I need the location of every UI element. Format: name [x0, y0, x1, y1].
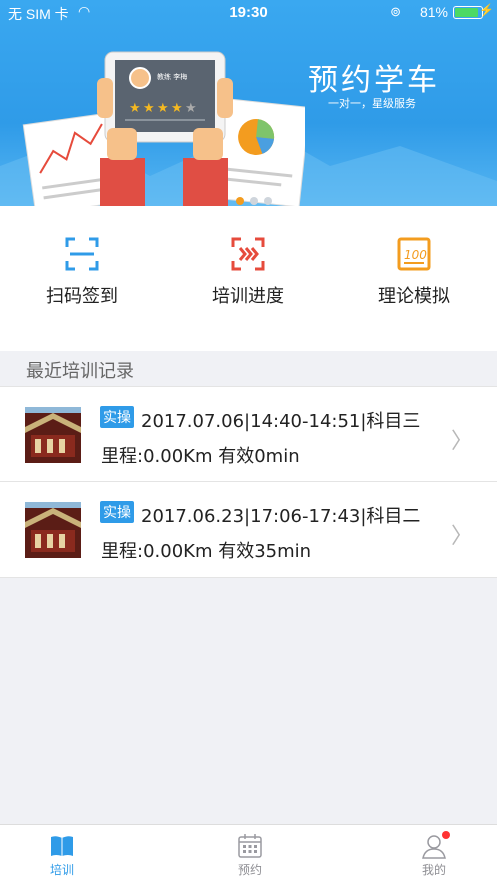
carousel-dot: [250, 197, 258, 205]
tab-booking[interactable]: 预约: [220, 833, 280, 878]
record-thumbnail: [25, 502, 81, 558]
quick-actions: 扫码签到 培训进度 100 理论模拟: [0, 206, 497, 351]
record-thumbnail: [25, 407, 81, 463]
exam-icon: 100: [397, 237, 431, 271]
tab-profile[interactable]: 我的: [404, 831, 464, 878]
training-progress-label: 培训进度: [212, 286, 284, 307]
record-mileage: 里程:0.00Km 有效0min: [101, 446, 300, 467]
chevron-right-icon: 〉: [450, 429, 473, 454]
svg-text:★: ★: [129, 101, 141, 116]
theory-simulation-button[interactable]: 100 理论模拟: [344, 236, 484, 308]
calendar-icon: [238, 834, 262, 858]
recent-records-title: 最近培训记录: [26, 361, 134, 382]
theory-simulation-label: 理论模拟: [378, 286, 450, 307]
training-progress-button[interactable]: 培训进度: [178, 236, 318, 308]
battery-percent: 81%: [419, 4, 448, 20]
banner-title: 预约学车: [308, 63, 440, 98]
svg-text:★: ★: [143, 101, 155, 116]
banner-illustration: 教练 李梅 ★ ★ ★ ★ ★: [22, 51, 305, 206]
record-type-badge: 实操: [100, 406, 134, 428]
record-type-badge: 实操: [100, 501, 134, 523]
carousel-indicator: [236, 190, 272, 206]
record-date-time: 2017.06.23|17:06-17:43|科目二: [141, 506, 421, 527]
coach-card-label: 教练 李梅: [157, 72, 187, 81]
progress-icon: [231, 237, 265, 271]
records-list: 实操 2017.07.06|14:40-14:51|科目三 里程:0.00Km …: [0, 386, 497, 578]
banner[interactable]: 无 SIM 卡 ◠ 19:30 ⊚ 81% ⚡ 教练 李梅 ★ ★ ★ ★ ★ …: [0, 0, 497, 206]
tab-training[interactable]: 培训: [32, 833, 92, 878]
carousel-dot-active: [236, 197, 244, 205]
scan-icon: [65, 237, 99, 271]
svg-text:★: ★: [171, 101, 183, 116]
list-item[interactable]: 实操 2017.07.06|14:40-14:51|科目三 里程:0.00Km …: [0, 387, 497, 482]
svg-text:★: ★: [185, 101, 197, 116]
scan-checkin-label: 扫码签到: [46, 286, 118, 307]
carousel-dot: [264, 197, 272, 205]
record-date-time: 2017.07.06|14:40-14:51|科目三: [141, 411, 421, 432]
book-icon: [51, 836, 73, 856]
tab-training-label: 培训: [49, 863, 74, 877]
charging-icon: ⚡: [479, 3, 494, 17]
tab-bar: 培训 预约 我的: [0, 824, 497, 883]
rating-stars: ★ ★ ★ ★ ★: [129, 101, 197, 116]
tab-booking-label: 预约: [237, 863, 262, 877]
orientation-lock-icon: ⊚: [390, 4, 401, 19]
scan-checkin-button[interactable]: 扫码签到: [12, 236, 152, 308]
status-bar: 无 SIM 卡 ◠ 19:30 ⊚ 81% ⚡: [0, 0, 497, 26]
record-mileage: 里程:0.00Km 有效35min: [101, 541, 312, 562]
chevron-right-icon: 〉: [450, 524, 473, 549]
svg-text:★: ★: [157, 101, 169, 116]
list-item[interactable]: 实操 2017.06.23|17:06-17:43|科目二 里程:0.00Km …: [0, 482, 497, 577]
banner-subtitle: 一对一，星级服务: [328, 97, 416, 110]
svg-text:100: 100: [404, 248, 427, 262]
tab-profile-label: 我的: [421, 863, 446, 877]
notification-dot: [442, 831, 450, 839]
